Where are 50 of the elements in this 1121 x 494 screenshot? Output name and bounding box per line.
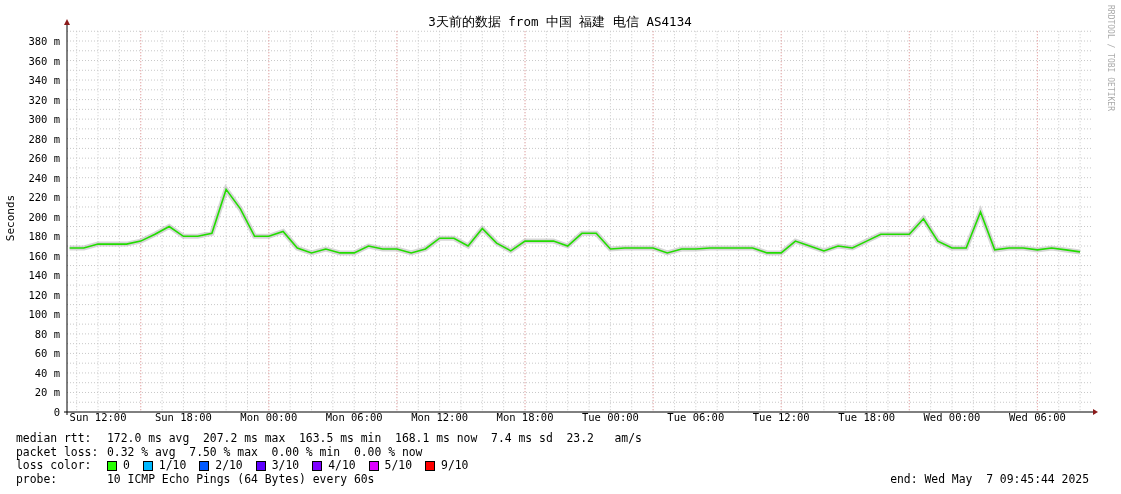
- y-tick-label: 140 m: [28, 269, 60, 282]
- end-time: end: Wed May 7 09:45:44 2025: [890, 472, 1089, 487]
- y-tick-label: 160 m: [28, 249, 60, 262]
- y-tick-label: 220 m: [28, 191, 60, 204]
- probe-value: 10 ICMP Echo Pings (64 Bytes) every 60s: [107, 472, 375, 487]
- y-tick-label: 240 m: [28, 171, 60, 184]
- legend-text: 2/10: [215, 459, 243, 473]
- x-tick-label: Tue 18:00: [838, 411, 896, 423]
- y-tick-label: 100 m: [28, 308, 60, 321]
- y-tick-label: 60 m: [34, 347, 60, 360]
- y-tick-label: 40 m: [34, 366, 60, 379]
- y-tick-label: 340 m: [28, 74, 60, 87]
- y-tick-label: 120 m: [28, 288, 60, 301]
- x-tick-label: Tue 12:00: [752, 411, 810, 423]
- y-tick-label: 260 m: [28, 152, 60, 165]
- y-tick-label: 0: [53, 406, 60, 418]
- x-tick-label: Sun 12:00: [69, 411, 127, 423]
- x-tick-label: Wed 00:00: [923, 411, 981, 423]
- y-tick-label: 300 m: [28, 113, 60, 126]
- stat-value: 0.32 % avg 7.50 % max 0.00 % min 0.00 % now: [107, 445, 423, 460]
- x-tick-label: Tue 06:00: [667, 411, 725, 423]
- y-tick-label: 280 m: [28, 132, 60, 145]
- credit-text: RRDTOOL / TOBI OETIKER: [1106, 5, 1115, 111]
- y-tick-label: 380 m: [28, 35, 60, 47]
- stat-value: 172.0 ms avg 207.2 ms max 163.5 ms min 168.1 ms now 7.4 ms sd 23.2 am/s: [107, 432, 642, 446]
- y-tick-label: 360 m: [28, 54, 60, 67]
- legend-text: 9/10: [441, 459, 469, 473]
- y-tick-label: 180 m: [28, 230, 60, 243]
- legend-label: loss color:: [16, 459, 93, 473]
- x-tick-label: Mon 12:00: [411, 411, 469, 423]
- x-tick-label: Wed 06:00: [1008, 411, 1066, 423]
- y-tick-label: 20 m: [34, 386, 60, 399]
- x-tick-label: Mon 18:00: [496, 411, 554, 423]
- x-tick-label: Sun 18:00: [154, 411, 212, 423]
- legend-text: 3/10: [271, 459, 300, 473]
- x-tick-label: Tue 00:00: [581, 411, 639, 423]
- y-tick-label: 320 m: [28, 93, 60, 106]
- y-tick-label: 80 m: [34, 327, 60, 340]
- legend-text: 0: [123, 459, 130, 473]
- legend-text: 1/10: [158, 459, 187, 473]
- y-axis-label: Seconds: [4, 194, 17, 242]
- stat-label: packet loss:: [16, 445, 100, 459]
- probe-label: probe:: [16, 472, 59, 487]
- legend-text: 5/10: [384, 459, 413, 473]
- x-tick-label: Mon 00:00: [240, 411, 298, 423]
- y-tick-label: 200 m: [28, 210, 60, 223]
- stat-label: median rtt:: [16, 432, 93, 446]
- chart-title: 3天前的数据 from 中国 福建 电信 AS4134: [428, 14, 692, 29]
- legend-text: 4/10: [328, 459, 356, 473]
- x-tick-label: Mon 06:00: [325, 411, 383, 423]
